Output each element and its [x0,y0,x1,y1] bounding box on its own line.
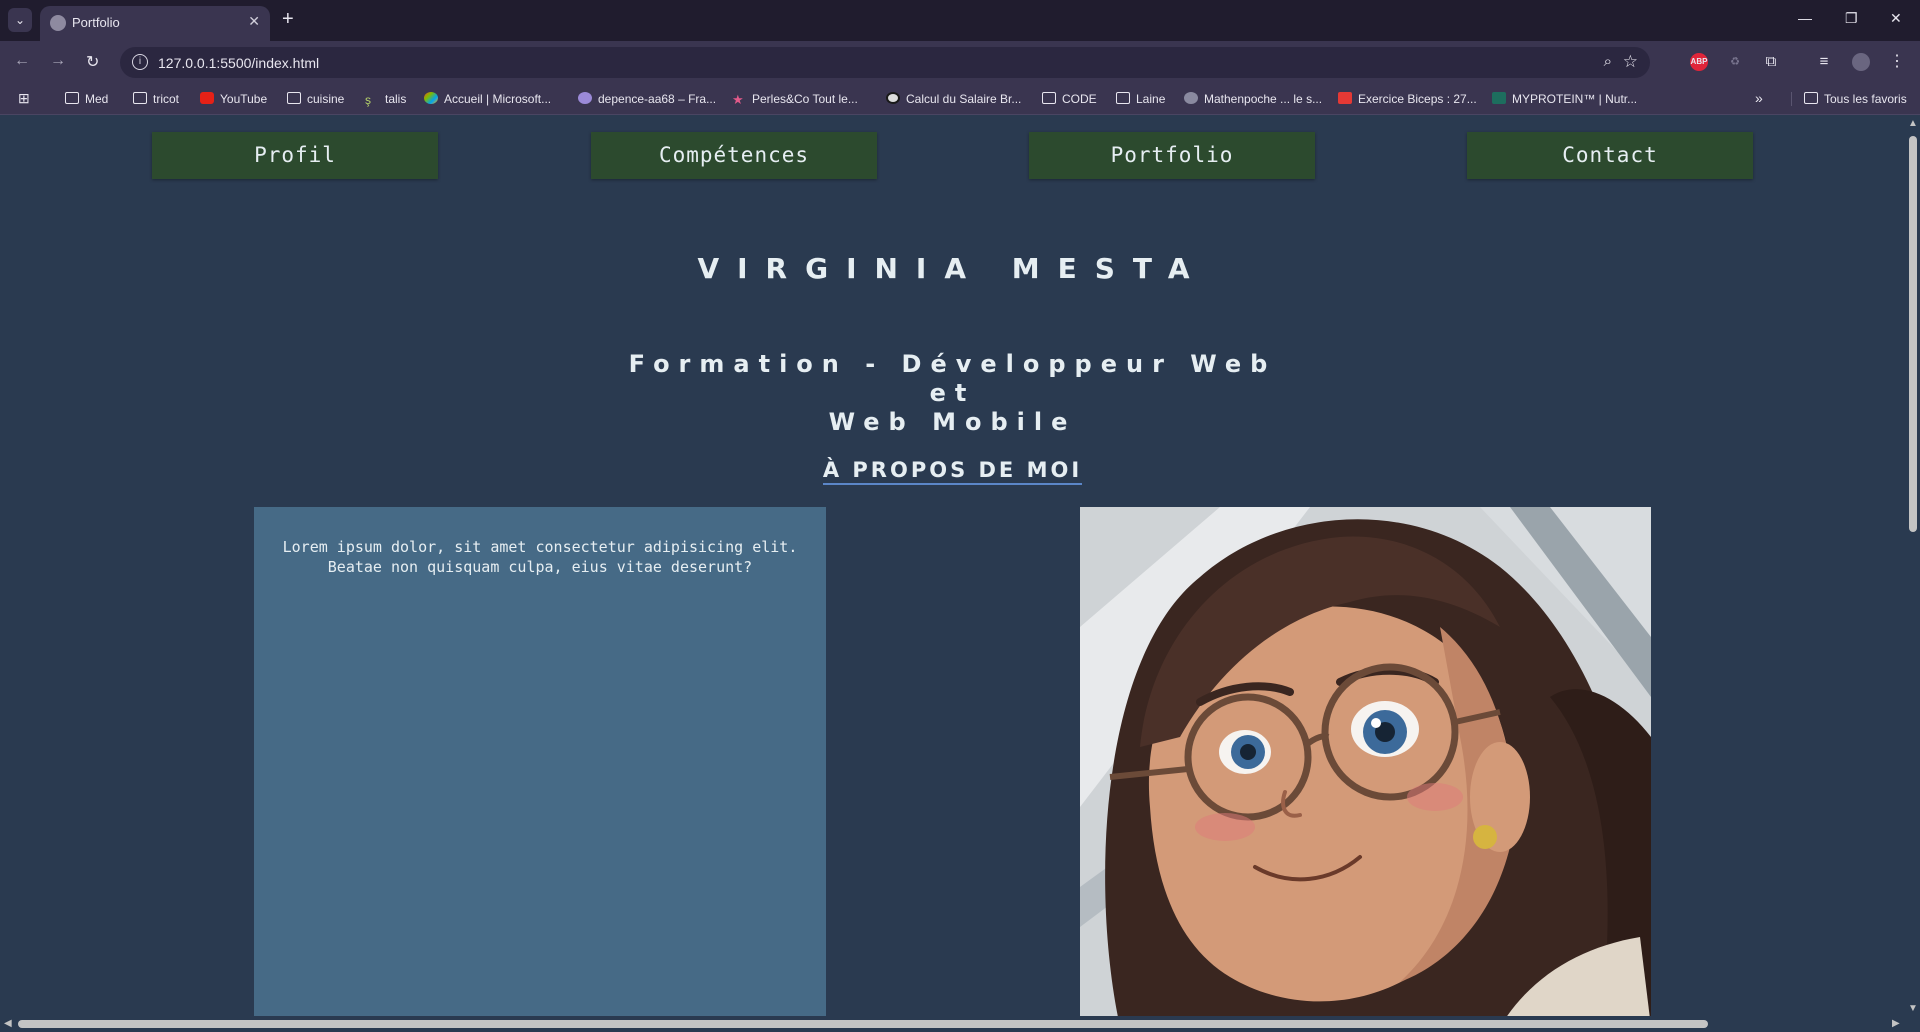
bookmark-mathenpoche[interactable]: Mathenpoche ... le s... [1184,92,1322,106]
reload-icon[interactable]: ↻ [86,52,99,72]
bookmark-biceps[interactable]: Exercice Biceps : 27... [1338,92,1477,106]
apps-grid-icon[interactable]: ⊞ [18,90,30,107]
vertical-scrollbar[interactable]: ▲ ▼ [1905,116,1920,1016]
all-bookmarks[interactable]: Tous les favoris [1791,92,1907,106]
menu-icon[interactable]: ⋮ [1888,53,1906,71]
profile-avatar-icon[interactable] [1852,53,1870,71]
bookmark-microsoft[interactable]: Accueil | Microsoft... [424,92,551,106]
url-text[interactable]: 127.0.0.1:5500/index.html [158,55,319,71]
star-icon: ★ [732,92,744,107]
more-bookmarks-icon[interactable]: » [1755,90,1763,106]
recycle-icon[interactable]: ♻ [1726,53,1744,71]
folder-icon [1804,92,1818,104]
bookmarks-bar: ⊞ Med tricot YouTube cuisine ş talis Accu… [0,84,1920,115]
bookmark-cuisine[interactable]: cuisine [287,92,344,106]
extensions-icon[interactable]: ⧉ [1762,53,1780,71]
forward-icon[interactable]: → [50,52,66,70]
page-title: VIRGINIA MESTA [697,252,1208,285]
browser-toolbar: ← → ↻ i 127.0.0.1:5500/index.html ⌕ ☆ AB… [0,41,1920,84]
talis-icon: ş [365,93,371,107]
folder-icon [65,92,79,104]
bookmark-youtube[interactable]: YouTube [200,92,267,106]
close-window-icon[interactable]: ✕ [1890,10,1902,27]
scroll-down-icon[interactable]: ▼ [1908,1003,1918,1014]
globe-icon [50,15,66,31]
bookmark-salaire[interactable]: Calcul du Salaire Br... [886,92,1021,106]
back-icon[interactable]: ← [14,52,30,70]
bookmark-code[interactable]: CODE [1042,92,1097,106]
vertical-scroll-thumb[interactable] [1909,136,1917,532]
restore-icon[interactable]: ❐ [1845,10,1858,27]
bookmark-tricot[interactable]: tricot [133,92,179,106]
address-bar[interactable]: i 127.0.0.1:5500/index.html ⌕ ☆ [120,47,1650,78]
horizontal-scroll-thumb[interactable] [18,1020,1708,1028]
df-icon [1338,92,1352,104]
nav-portfolio-button[interactable]: Portfolio [1029,132,1315,179]
globe-icon [1184,92,1198,104]
horizontal-scrollbar[interactable]: ◀ ▶ [0,1016,1920,1032]
zoom-icon[interactable]: ⌕ [1604,53,1612,70]
media-control-icon[interactable]: ≡ [1815,53,1833,71]
about-text-box: Lorem ipsum dolor, sit amet consectetur … [254,507,826,1016]
browser-tab[interactable]: Portfolio ✕ [40,6,270,41]
nav-profil-button[interactable]: Profil [152,132,438,179]
tab-search-button[interactable]: ⌄ [8,8,32,32]
close-icon[interactable]: ✕ [248,13,260,30]
bookmark-talis[interactable]: ş talis [365,92,406,107]
folder-icon [1042,92,1056,104]
bookmark-med[interactable]: Med [65,92,108,106]
scroll-left-icon[interactable]: ◀ [4,1018,12,1029]
folder-icon [133,92,147,104]
myprotein-icon [1492,92,1506,104]
bookmark-star-icon[interactable]: ☆ [1623,52,1638,72]
nav-competences-button[interactable]: Compétences [591,132,877,179]
formation-heading: Formation - Développeur Web et Web Mobil… [600,350,1305,437]
scroll-right-icon[interactable]: ▶ [1892,1018,1900,1029]
bookmark-myprotein[interactable]: MYPROTEIN™ | Nutr... [1492,92,1637,106]
about-heading: À PROPOS DE MOI [0,458,1905,485]
about-heading-text: À PROPOS DE MOI [822,458,1083,485]
adblock-icon[interactable]: ABP [1690,53,1708,71]
page-viewport: Profil Compétences Portfolio Contact VIR… [0,116,1905,1016]
folder-icon [1116,92,1130,104]
profile-portrait-image [1080,507,1651,1016]
about-text-line-2: Beatae non quisquam culpa, eius vitae de… [327,558,753,576]
nav-contact-button[interactable]: Contact [1467,132,1753,179]
bookmark-perles[interactable]: ★ Perles&Co Tout le... [732,92,858,107]
calc-icon [886,92,900,104]
formation-line-1: Formation - Développeur Web et [628,350,1277,407]
scroll-up-icon[interactable]: ▲ [1908,118,1918,129]
tab-strip: ⌄ Portfolio ✕ + — ❐ ✕ [0,0,1920,41]
folder-icon [287,92,301,104]
bookmark-laine[interactable]: Laine [1116,92,1165,106]
tab-title: Portfolio [72,15,120,30]
bookmark-depence[interactable]: depence-aa68 – Fra... [578,92,716,106]
new-tab-button[interactable]: + [282,8,294,31]
microsoft-icon [424,92,438,104]
about-text-line-1: Lorem ipsum dolor, sit amet consectetur … [282,538,798,556]
sheet-icon [578,92,592,104]
minimize-icon[interactable]: — [1798,10,1812,26]
youtube-icon [200,92,214,104]
formation-line-2: Web Mobile [828,408,1077,436]
site-info-icon[interactable]: i [132,54,148,70]
